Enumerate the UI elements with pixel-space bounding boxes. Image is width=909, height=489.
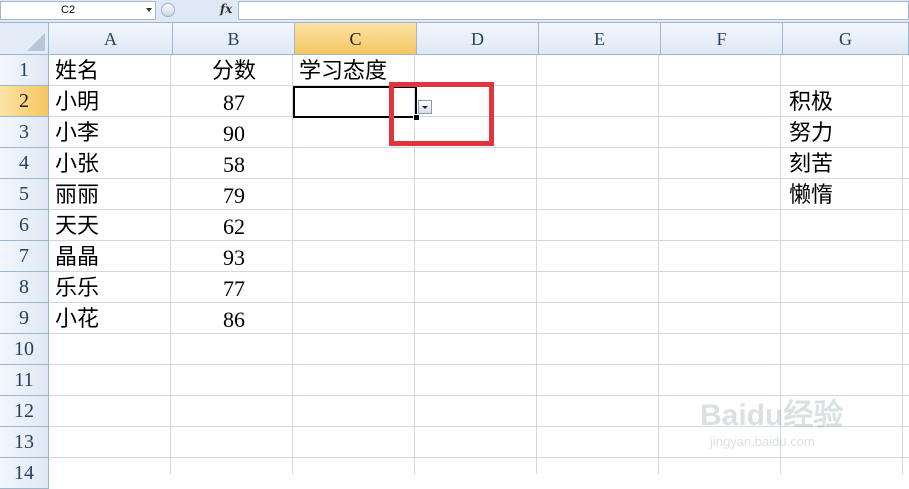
highlight-annotation-box (389, 82, 494, 146)
cell-a6[interactable]: 天天 (55, 211, 99, 242)
cell-g3[interactable]: 努力 (789, 118, 833, 149)
row-header-5[interactable]: 5 (0, 179, 49, 210)
cell-a3[interactable]: 小李 (55, 118, 99, 149)
column-header-e[interactable]: E (539, 23, 661, 55)
row-header-7[interactable]: 7 (0, 241, 49, 272)
row-header-6[interactable]: 6 (0, 210, 49, 241)
cell-g5[interactable]: 懒惰 (789, 180, 833, 211)
row-header-11[interactable]: 11 (0, 365, 49, 396)
select-all-icon (27, 33, 45, 51)
cell-b7[interactable]: 93 (173, 242, 295, 273)
column-header-d[interactable]: D (417, 23, 539, 55)
cell-b3[interactable]: 90 (173, 118, 295, 149)
row-header-8[interactable]: 8 (0, 272, 49, 303)
cell-a9[interactable]: 小花 (55, 304, 99, 335)
cell-b9[interactable]: 86 (173, 304, 295, 335)
cell-b5[interactable]: 79 (173, 180, 295, 211)
cell-a7[interactable]: 晶晶 (55, 242, 99, 273)
cell-b6[interactable]: 62 (173, 211, 295, 242)
cell-c1[interactable]: 学习态度 (299, 56, 387, 87)
cell-a8[interactable]: 乐乐 (55, 273, 99, 304)
row-header-10[interactable]: 10 (0, 334, 49, 365)
row-header-12[interactable]: 12 (0, 396, 49, 427)
row-header-1[interactable]: 1 (0, 55, 49, 86)
name-box-value: C2 (61, 4, 76, 16)
column-header-g[interactable]: G (783, 23, 909, 55)
row-header-9[interactable]: 9 (0, 303, 49, 334)
formula-input[interactable] (238, 1, 909, 20)
cell-a1[interactable]: 姓名 (55, 56, 99, 87)
resize-grip-icon[interactable] (161, 3, 175, 17)
baidu-watermark: Baidu经验 jingyan.baidu.com (700, 390, 900, 460)
column-header-f[interactable]: F (661, 23, 783, 55)
cell-b2[interactable]: 87 (173, 87, 295, 118)
column-header-c[interactable]: C (295, 23, 417, 55)
row-header-13[interactable]: 13 (0, 427, 49, 458)
select-all-button[interactable] (0, 23, 49, 55)
row-header-3[interactable]: 3 (0, 117, 49, 148)
cell-g4[interactable]: 刻苦 (789, 149, 833, 180)
watermark-url: jingyan.baidu.com (710, 434, 815, 449)
watermark-brand: Baidu经验 (700, 399, 844, 432)
cell-a5[interactable]: 丽丽 (55, 180, 99, 211)
formula-bar: C2 fx (0, 0, 909, 23)
cell-a2[interactable]: 小明 (55, 87, 99, 118)
name-box-dropdown-icon[interactable] (146, 8, 152, 12)
row-header-4[interactable]: 4 (0, 148, 49, 179)
cell-a4[interactable]: 小张 (55, 149, 99, 180)
column-header-b[interactable]: B (173, 23, 295, 55)
formula-controls: fx (158, 1, 238, 20)
column-header-a[interactable]: A (49, 23, 173, 55)
insert-function-button[interactable]: fx (220, 2, 232, 16)
cell-b4[interactable]: 58 (173, 149, 295, 180)
cell-b1[interactable]: 分数 (173, 56, 295, 87)
name-box[interactable]: C2 (0, 1, 156, 20)
row-header-2[interactable]: 2 (0, 86, 49, 117)
cell-b8[interactable]: 77 (173, 273, 295, 304)
cell-g2[interactable]: 积极 (789, 87, 833, 118)
